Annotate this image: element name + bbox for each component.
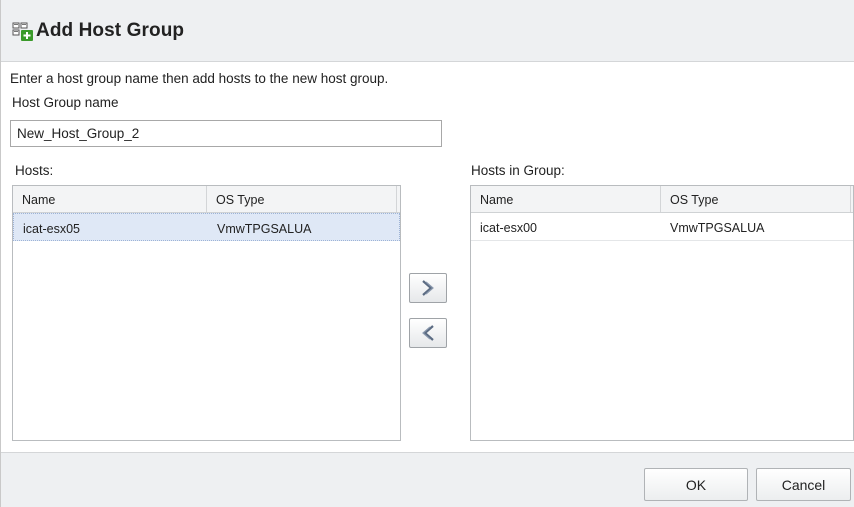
group-host-os-type-cell: VmwTPGSALUA bbox=[670, 221, 765, 235]
group-column-os-type[interactable]: OS Type bbox=[661, 186, 851, 212]
add-host-group-icon bbox=[12, 22, 33, 41]
dialog-title: Add Host Group bbox=[36, 20, 185, 41]
remove-from-group-button[interactable] bbox=[409, 318, 447, 348]
host-os-type-cell: VmwTPGSALUA bbox=[217, 222, 312, 236]
hosts-column-name[interactable]: Name bbox=[13, 186, 207, 212]
hosts-in-group-list-header: Name OS Type bbox=[471, 186, 853, 213]
double-chevron-left-icon bbox=[422, 325, 434, 341]
add-host-group-dialog: Add Host Group Enter a host group name t… bbox=[0, 0, 854, 507]
hosts-row[interactable]: icat-esx05 VmwTPGSALUA bbox=[13, 213, 400, 241]
instructions-text: Enter a host group name then add hosts t… bbox=[10, 71, 389, 86]
hosts-list-header: Name OS Type bbox=[13, 186, 400, 213]
hosts-list[interactable]: Name OS Type icat-esx05 VmwTPGSALUA bbox=[12, 185, 401, 441]
group-host-name-cell: icat-esx00 bbox=[480, 221, 537, 235]
group-row[interactable]: icat-esx00 VmwTPGSALUA bbox=[471, 213, 853, 241]
hosts-label: Hosts: bbox=[15, 163, 54, 178]
dialog-header: Add Host Group bbox=[1, 0, 854, 62]
group-column-name[interactable]: Name bbox=[471, 186, 661, 212]
host-name-cell: icat-esx05 bbox=[23, 222, 80, 236]
hosts-in-group-label: Hosts in Group: bbox=[471, 163, 565, 178]
ok-button[interactable]: OK bbox=[644, 468, 748, 501]
host-group-name-label: Host Group name bbox=[12, 95, 119, 110]
cancel-button[interactable]: Cancel bbox=[756, 468, 851, 501]
host-group-name-input[interactable] bbox=[10, 120, 442, 147]
hosts-column-os-type[interactable]: OS Type bbox=[207, 186, 397, 212]
double-chevron-right-icon bbox=[422, 280, 434, 296]
add-to-group-button[interactable] bbox=[409, 273, 447, 303]
hosts-in-group-list[interactable]: Name OS Type icat-esx00 VmwTPGSALUA bbox=[470, 185, 854, 441]
